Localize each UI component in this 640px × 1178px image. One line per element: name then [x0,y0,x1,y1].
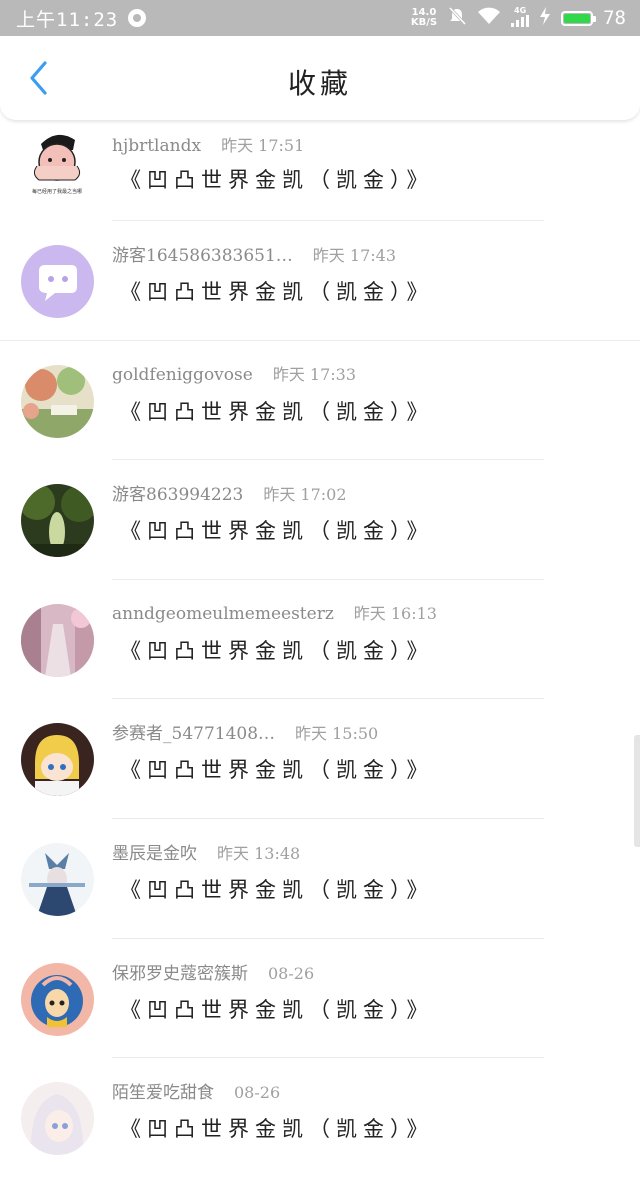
timestamp: 昨天 13:48 [217,843,301,863]
favorite-title: 《凹凸世界金凯（凯金）》 [120,519,434,544]
username: anndgeomeulmemeesterz [112,603,334,624]
network-type: 4G [514,6,527,15]
favorite-item[interactable]: 保邪罗史蔻密簇斯 08-26 《凹凸世界金凯（凯金）》 [0,939,640,1059]
username: goldfeniggovose [112,364,253,385]
username: 保邪罗史蔻密簇斯 [112,963,248,984]
favorite-item[interactable]: 陌笙爱吃甜食 08-26 《凹凸世界金凯（凯金）》 [0,1058,640,1178]
avatar [21,484,94,558]
favorites-list: 每已经用了我最之当哪 hjbrtlandx 昨天 17:51 《凹凸世界金凯（凯… [0,120,640,1178]
timestamp: 昨天 17:43 [312,246,396,265]
favorite-title: 《凹凸世界金凯（凯金）》 [120,877,434,902]
username: 墨辰是金吹 [112,843,197,864]
username: hjbrtlandx [112,136,202,156]
scroll-handle[interactable] [634,735,640,847]
timestamp: 08-26 [234,1083,281,1103]
timestamp: 昨天 17:33 [272,364,357,384]
app-notification-icon [128,9,147,27]
timestamp: 昨天 16:13 [353,603,437,623]
favorite-title: 《凹凸世界金凯（凯金）》 [120,399,434,424]
favorite-title: 《凹凸世界金凯（凯金）》 [120,638,434,663]
favorite-title: 《凹凸世界金凯（凯金）》 [120,280,434,304]
avatar [21,1082,94,1156]
avatar [21,723,94,797]
avatar [21,842,94,916]
wifi-icon [477,7,501,30]
timestamp: 昨天 17:02 [263,485,347,505]
network-speed-unit: KB/S [410,17,438,28]
charging-icon [539,6,551,30]
battery-level: 78 [603,7,626,29]
avatar: 每已经用了我最之当哪 [21,126,94,199]
favorite-item[interactable]: goldfeniggovose 昨天 17:33 《凹凸世界金凯（凯金）》 [0,341,640,461]
favorite-item[interactable]: 墨辰是金吹 昨天 13:48 《凹凸世界金凯（凯金）》 [0,819,640,939]
username: 游客863994223 [112,485,244,506]
battery-fill [564,13,591,23]
timestamp: 昨天 17:51 [221,136,305,155]
timestamp: 08-26 [268,963,315,983]
network-speed: 14.0 KB/S [411,8,437,28]
status-bar: 上午11:23 14.0 KB/S 4G 78 [0,0,640,36]
avatar [21,245,94,318]
status-time: 上午11:23 [16,8,119,31]
avatar [21,962,94,1036]
mute-icon [447,6,467,31]
favorite-item[interactable]: 游客863994223 昨天 17:02 《凹凸世界金凯（凯金）》 [0,460,640,580]
avatar [21,364,94,438]
header: 收藏 [0,36,640,120]
favorite-title: 《凹凸世界金凯（凯金）》 [120,168,434,192]
favorite-title: 《凹凸世界金凯（凯金）》 [120,997,434,1022]
avatar [21,603,94,677]
page-title: 收藏 [287,67,352,100]
favorite-item[interactable]: 游客164586383651… 昨天 17:43 《凹凸世界金凯（凯金）》 [0,221,640,341]
favorite-title: 《凹凸世界金凯（凯金）》 [120,758,434,783]
username: 陌笙爱吃甜食 [112,1083,214,1104]
favorite-item[interactable]: anndgeomeulmemeesterz 昨天 16:13 《凹凸世界金凯（凯… [0,580,640,700]
favorite-item[interactable]: 每已经用了我最之当哪 hjbrtlandx 昨天 17:51 《凹凸世界金凯（凯… [0,120,640,221]
signal-icon [511,15,530,29]
avatar-caption: 每已经用了我最之当哪 [32,188,82,195]
battery-icon [561,10,597,26]
favorite-title: 《凹凸世界金凯（凯金）》 [120,1117,434,1142]
favorite-item[interactable]: 参赛者_54771408… 昨天 15:50 《凹凸世界金凯（凯金）》 [0,699,640,819]
timestamp: 昨天 15:50 [295,724,379,744]
username: 参赛者_54771408… [112,724,276,745]
username: 游客164586383651… [112,246,293,266]
